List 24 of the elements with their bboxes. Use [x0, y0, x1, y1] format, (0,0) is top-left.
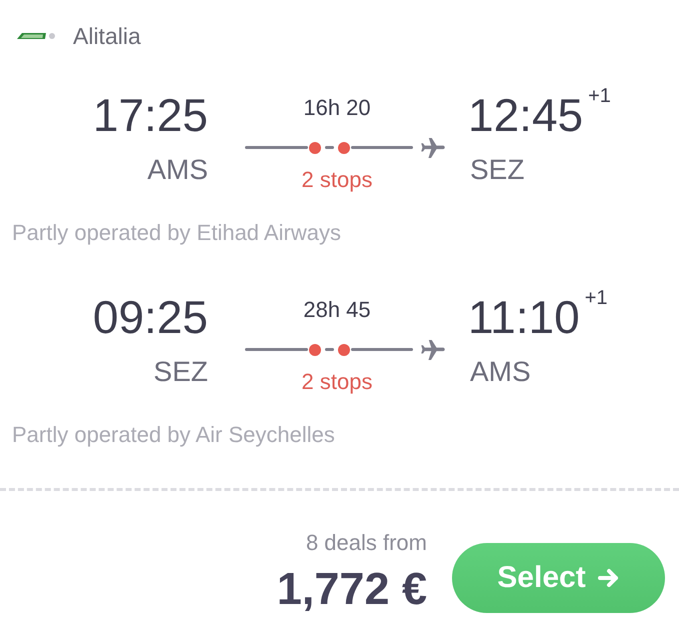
operator-note: Partly operated by Etihad Airways: [12, 219, 341, 247]
airplane-icon: [421, 138, 445, 158]
flight-duration: 28h 45: [303, 297, 371, 323]
stops-label: 2 stops: [302, 167, 372, 193]
departure-time: 09:25: [92, 291, 208, 343]
airplane-icon: [421, 340, 445, 360]
departure-time: 17:25: [92, 89, 208, 141]
arrival-time: 12:45: [468, 89, 584, 141]
departure-airport: AMS: [147, 153, 208, 187]
day-offset: +1: [588, 86, 611, 106]
arrival-airport: SEZ: [470, 153, 524, 187]
stops-label: 2 stops: [302, 369, 372, 395]
arrow-right-icon: [598, 568, 620, 588]
price: 1,772 €: [276, 564, 427, 614]
day-offset: +1: [584, 288, 608, 308]
deals-count: 8 deals from: [306, 529, 427, 557]
airline-logo-icon: [16, 32, 56, 40]
flight-duration: 16h 20: [303, 95, 371, 121]
arrival-airport: AMS: [470, 355, 531, 389]
departure-airport: SEZ: [154, 355, 208, 389]
operator-note: Partly operated by Air Seychelles: [12, 421, 335, 449]
arrival-time: 11:10: [468, 291, 580, 343]
airline-name: Alitalia: [73, 22, 141, 50]
select-button[interactable]: Select: [452, 543, 665, 613]
